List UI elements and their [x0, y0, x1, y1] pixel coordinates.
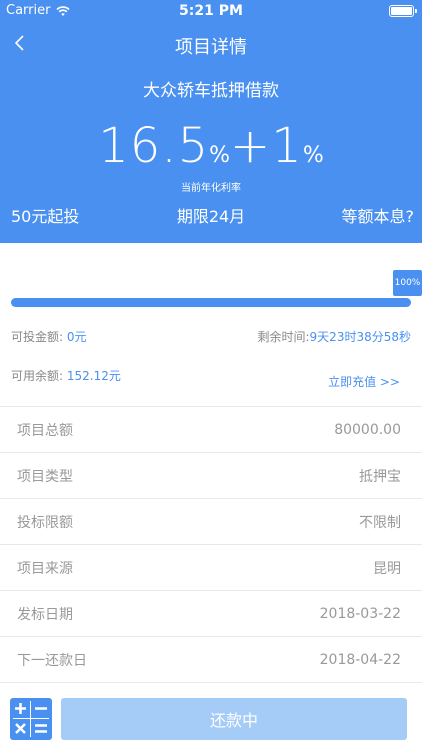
available-balance: 可用余额: 152.12元 — [11, 367, 121, 384]
detail-row: 项目来源 昆明 — [0, 545, 422, 591]
detail-value: 80000.00 — [334, 421, 401, 438]
balance-value: 152.12元 — [66, 369, 121, 383]
remaining-value: 9天23时38分58秒 — [309, 330, 411, 344]
detail-label: 下一还款日 — [17, 652, 87, 669]
remaining-time: 剩余时间:9天23时38分58秒 — [258, 328, 412, 345]
status-time: 5:21 PM — [179, 3, 243, 19]
detail-value: 昆明 — [373, 560, 401, 577]
available-label: 可投金额: — [11, 330, 64, 344]
detail-value: 2018-04-22 — [319, 651, 401, 668]
detail-row: 下一还款日 2018-04-22 — [0, 637, 422, 683]
rate-label: 当前年化利率 — [181, 183, 241, 194]
detail-list: 项目总额 80000.00 项目类型 抵押宝投标限额 不限制项目来源 昆明发标日期 2018… — [0, 406, 422, 683]
repay-status-button[interactable]: 还款中 — [61, 698, 407, 740]
balance-label: 可用余额: — [11, 369, 64, 383]
detail-row: 项目类型 抵押宝 — [0, 453, 422, 499]
rate-base: 16.5 — [98, 118, 210, 174]
detail-label: 发标日期 — [17, 606, 73, 623]
remaining-label: 剩余时间: — [257, 330, 310, 344]
page-title: 项目详情 — [175, 37, 247, 58]
detail-value: 2018-03-22 — [319, 605, 401, 622]
detail-label: 项目总额 — [17, 422, 73, 439]
rate-extra-percent: % — [302, 143, 324, 168]
rate-base-percent: % — [209, 143, 231, 168]
battery-icon — [389, 5, 417, 17]
recharge-link[interactable]: 立即充值 >> — [328, 373, 400, 390]
detail-row: 发标日期 2018-03-22 — [0, 591, 422, 637]
available-amount: 可投金额: 0元 — [11, 328, 87, 345]
detail-value: 不限制 — [359, 514, 401, 531]
calculator-icon[interactable] — [10, 698, 52, 740]
repay-method[interactable]: 等额本息? — [342, 203, 415, 227]
project-name: 大众轿车抵押借款 — [143, 81, 279, 101]
detail-value: 抵押宝 — [359, 468, 401, 485]
progress-bar — [11, 298, 411, 307]
status-bar: Carrier 5:21 PM — [0, 0, 422, 22]
annual-rate: 16.5%+1% — [0, 118, 422, 174]
detail-label: 项目来源 — [17, 560, 73, 577]
available-value: 0元 — [66, 330, 87, 344]
header-banner: Carrier 5:21 PM 项目详情 大众轿车抵押借款 16.5%+1% 当… — [0, 0, 422, 243]
detail-label: 项目类型 — [17, 468, 73, 485]
detail-row: 投标限额 不限制 — [0, 499, 422, 545]
rate-extra: +1 — [230, 118, 303, 174]
detail-label: 投标限额 — [17, 514, 73, 531]
progress-badge: 100% — [393, 270, 422, 296]
progress-fill — [11, 298, 411, 307]
detail-row: 项目总额 80000.00 — [0, 407, 422, 453]
